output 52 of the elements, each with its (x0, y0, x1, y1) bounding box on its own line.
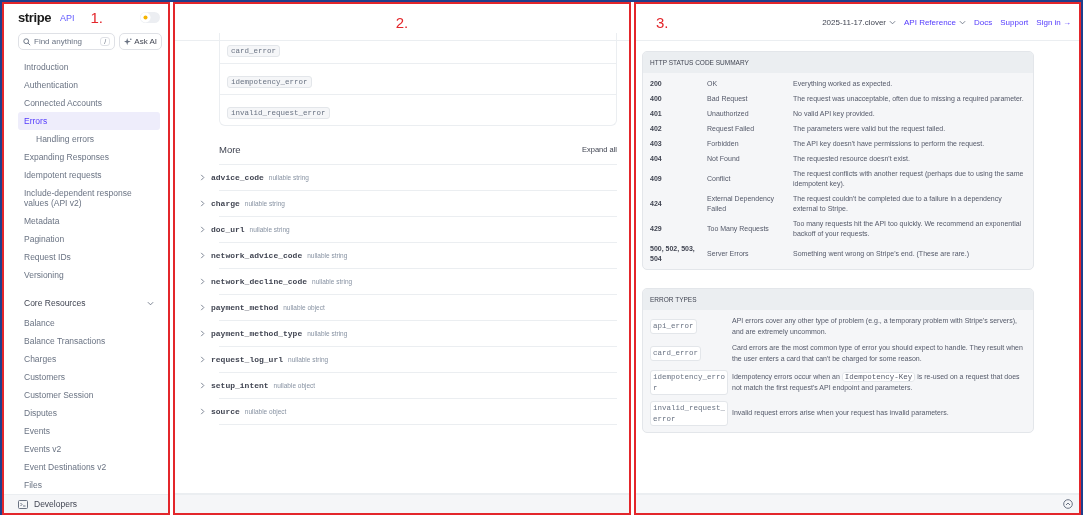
chevron-icon (199, 226, 206, 233)
chevron-icon (199, 278, 206, 285)
chevron-icon (199, 252, 206, 259)
nav-item[interactable]: Introduction (18, 58, 160, 76)
nav-item[interactable]: Expanding Responses (18, 148, 160, 166)
nav-item[interactable]: Customers (18, 368, 160, 386)
nav-item[interactable]: Errors (18, 112, 160, 130)
nav-item[interactable]: Include-dependent response values (API v2) (18, 184, 160, 212)
nav-item[interactable]: Balance Transactions (18, 332, 160, 350)
nav-link[interactable]: Sign in → (1036, 17, 1071, 27)
chevron-icon (959, 18, 967, 26)
nav-link[interactable]: Support (1000, 17, 1029, 27)
sparkle-icon (124, 37, 133, 46)
annotation-number: 2. (395, 14, 409, 30)
chevron-icon (199, 174, 206, 181)
nav-item[interactable]: Request IDs (18, 248, 160, 266)
developers-bar[interactable]: Developers (4, 494, 168, 513)
nav-item[interactable]: Idempotent requests (18, 166, 160, 184)
nav-item[interactable]: Events (18, 422, 160, 440)
nav-item[interactable]: Pagination (18, 230, 160, 248)
chevron-icon (889, 18, 896, 26)
theme-toggle[interactable] (140, 12, 160, 23)
chevron-icon (199, 408, 206, 415)
nav-item[interactable]: Balance (18, 314, 160, 332)
nav-item[interactable]: Connected Accounts (18, 94, 160, 112)
search-icon (23, 37, 31, 46)
section-title: More (219, 144, 241, 155)
ask-ai-button[interactable]: Ask AI (119, 33, 162, 50)
nav-item[interactable]: Events v2 (18, 440, 160, 458)
nav-link[interactable]: Docs (974, 17, 993, 27)
nav-item[interactable]: Charges (18, 350, 160, 368)
nav-item[interactable]: Disputes (18, 404, 160, 422)
nav-item[interactable]: Customer Session (18, 386, 160, 404)
logo[interactable]: stripe (18, 10, 51, 25)
scroll-up-icon[interactable] (1063, 499, 1073, 509)
version-selector[interactable]: 2025-11-17.clover (822, 17, 896, 27)
nav-item[interactable]: Versioning (18, 266, 160, 284)
nav-item[interactable]: Metadata (18, 212, 160, 230)
section-header[interactable]: Core Resources (4, 284, 168, 312)
nav-link[interactable]: API Reference (904, 17, 967, 27)
chevron-icon (199, 304, 206, 311)
annotation-number: 1. (90, 10, 104, 25)
annotation-number: 3. (656, 14, 669, 30)
chevron-icon (199, 382, 206, 389)
nav-item[interactable]: Authentication (18, 76, 160, 94)
chevron-icon (199, 200, 206, 207)
chevron-icon (199, 330, 206, 337)
nav-item[interactable]: Files (18, 476, 160, 494)
nav-item[interactable]: Event Destinations v2 (18, 458, 160, 476)
nav-item[interactable]: Handling errors (18, 130, 160, 148)
chevron-icon (199, 356, 206, 363)
logo-suffix: API (60, 12, 75, 23)
